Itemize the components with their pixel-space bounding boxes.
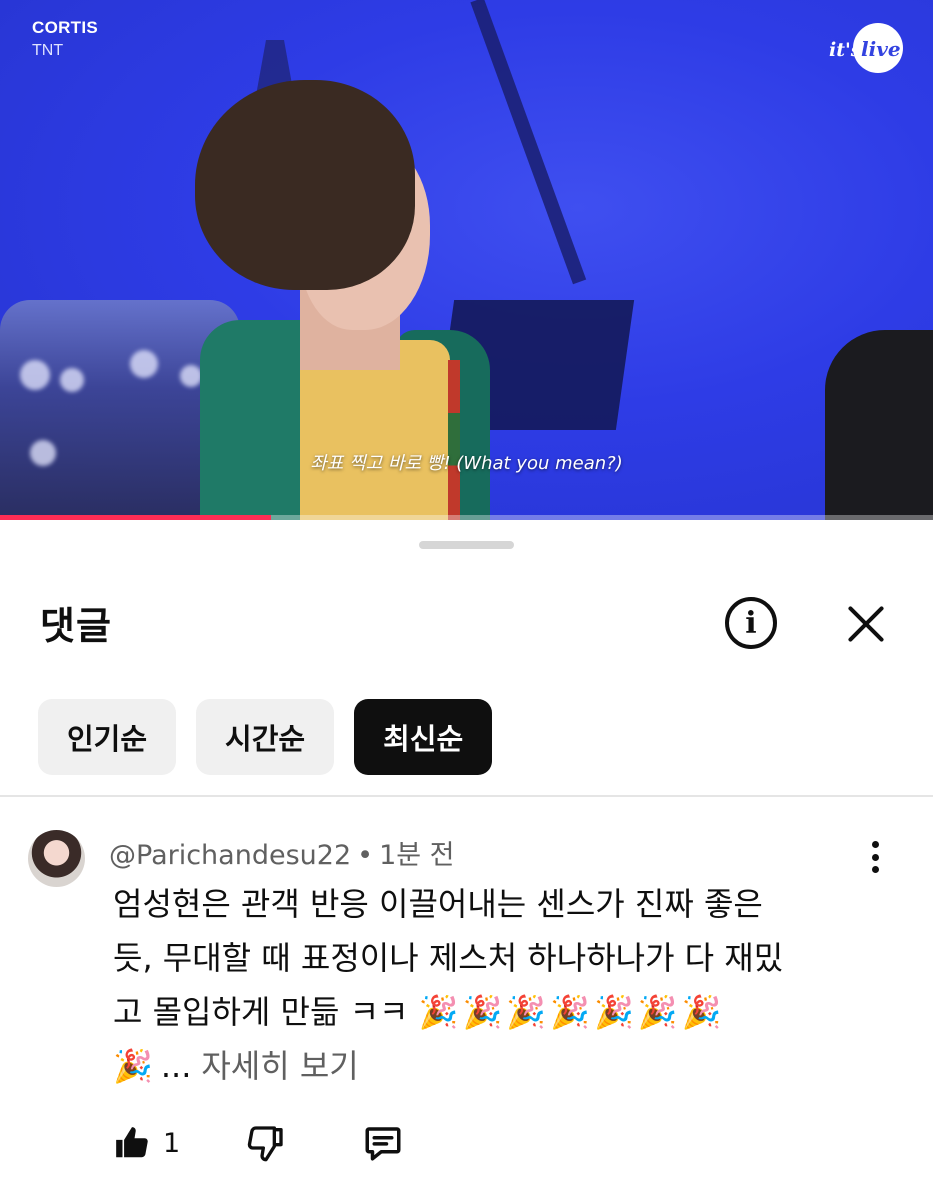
stage-light [60, 368, 84, 392]
comment-actions: 1 [113, 1119, 404, 1167]
thumbs-down-icon [247, 1126, 283, 1162]
sort-tab-popular[interactable]: 인기순 [38, 699, 177, 775]
stage-light [130, 350, 158, 378]
logo-text-tail: live [861, 37, 901, 61]
performer-hair [195, 80, 415, 290]
mic-stand [470, 0, 587, 285]
comment-body: 엄성현은 관객 반응 이끌어내는 센스가 진짜 좋은 듯, 무대할 때 표정이나… [113, 877, 873, 1093]
party-popper-emoji: 🎉 [462, 993, 503, 1031]
meta-separator: • [357, 840, 374, 871]
info-icon[interactable]: i [725, 597, 777, 649]
comment-line: 엄성현은 관객 반응 이끌어내는 센스가 진짜 좋은 [113, 885, 763, 923]
divider [0, 795, 933, 797]
thumbs-up-icon [116, 1127, 148, 1158]
party-popper-emoji: 🎉 [637, 993, 678, 1031]
see-more-link[interactable]: 자세히 보기 [201, 1047, 358, 1085]
party-popper-emoji: 🎉 [506, 993, 547, 1031]
sort-tab-time[interactable]: 시간순 [196, 699, 335, 775]
artist-name: CORTIS [32, 18, 99, 37]
logo-text-lead: it's [829, 39, 862, 61]
close-icon[interactable] [845, 603, 887, 645]
comment-time: 1분 전 [379, 840, 455, 871]
jacket-stripe [448, 360, 460, 520]
video-subtitle: 좌표 찍고 바로 빵! (What you mean?) [310, 453, 623, 474]
dislike-button[interactable] [246, 1123, 286, 1163]
avatar[interactable] [28, 830, 85, 887]
video-player[interactable]: CORTIS TNT it's live 좌표 찍고 바로 빵! (What y… [0, 0, 933, 520]
comments-title: 댓글 [40, 604, 112, 648]
like-button[interactable]: 1 [113, 1124, 180, 1162]
second-performer [825, 330, 933, 520]
party-popper-emoji: 🎉 [113, 1047, 153, 1085]
sort-tab-newest[interactable]: 최신순 [354, 699, 493, 775]
comments-sheet: 댓글 i 인기순 시간순 최신순 @Parichandesu22 • 1분 전 엄성… [0, 521, 933, 1200]
drag-handle[interactable] [419, 541, 514, 549]
stage-light [20, 360, 50, 390]
comment-line-emoji: 고 몰입하게 만듦 ㅋㅋ 🎉 🎉 🎉 🎉 🎉 🎉 🎉 [113, 985, 873, 1039]
party-popper-emoji: 🎉 [681, 993, 722, 1031]
party-popper-emoji: 🎉 [418, 993, 459, 1031]
comment-line: 고 몰입하게 만듦 ㅋㅋ [113, 993, 409, 1031]
comment-author[interactable]: @Parichandesu22 [109, 840, 351, 871]
party-popper-emoji: 🎉 [550, 993, 591, 1031]
party-popper-emoji: 🎉 [594, 993, 634, 1031]
comment-meta: @Parichandesu22 • 1분 전 [109, 833, 455, 872]
sort-tabs: 인기순 시간순 최신순 [38, 699, 493, 775]
video-progress-fill [0, 515, 271, 520]
comment-line-last: 🎉... 자세히 보기 [113, 1039, 873, 1093]
its-live-logo: it's live [823, 20, 903, 78]
comment-reply-icon [365, 1127, 401, 1161]
track-name: TNT [32, 42, 64, 59]
more-options-icon[interactable] [860, 839, 890, 875]
like-count: 1 [163, 1127, 181, 1159]
reply-button[interactable] [362, 1122, 404, 1164]
stage-light [180, 365, 202, 387]
ellipsis: ... [160, 1047, 192, 1085]
comment-line: 듯, 무대할 때 표정이나 제스처 하나하나가 다 재밌 [113, 939, 784, 977]
